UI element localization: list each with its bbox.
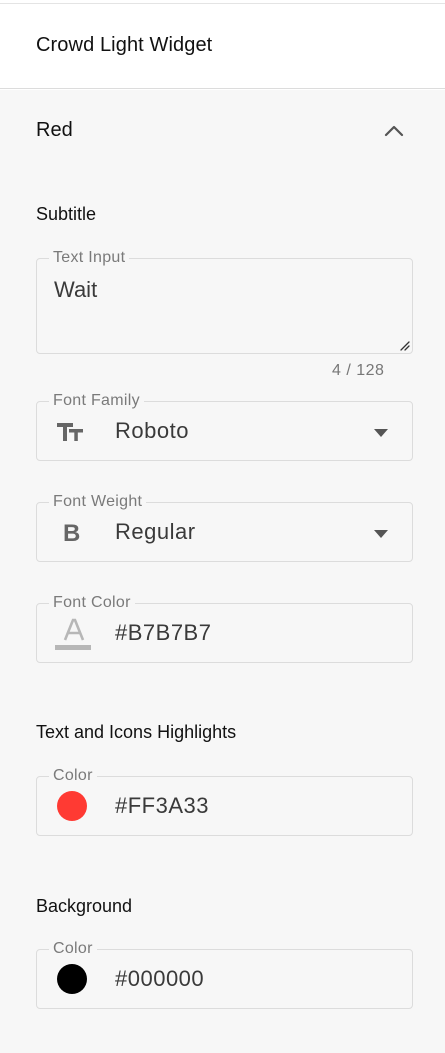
- text-input-value[interactable]: Wait: [54, 277, 97, 303]
- font-family-value: Roboto: [115, 418, 189, 443]
- section-red-toggle[interactable]: Red: [0, 90, 445, 174]
- highlight-color-field[interactable]: Color #FF3A33: [36, 766, 413, 836]
- text-input-field[interactable]: Text Input Wait: [36, 248, 413, 354]
- chevron-up-icon[interactable]: [382, 123, 406, 139]
- background-color-swatch[interactable]: [57, 964, 87, 994]
- resize-handle-icon[interactable]: [398, 339, 410, 351]
- background-heading: Background: [36, 896, 133, 916]
- font-color-label: Font Color: [49, 593, 135, 613]
- character-counter: 4 / 128: [332, 362, 385, 379]
- dropdown-arrow-icon: [374, 429, 388, 437]
- font-color-field[interactable]: Font Color #B7B7B7: [36, 593, 413, 663]
- background-color-value[interactable]: #000000: [115, 966, 204, 992]
- highlights-heading: Text and Icons Highlights: [36, 722, 237, 742]
- font-weight-select[interactable]: Font Weight B Regular: [36, 492, 413, 562]
- text-type-icon: [57, 423, 83, 441]
- font-family-select[interactable]: Font Family Roboto: [36, 391, 413, 461]
- svg-text:B: B: [63, 520, 80, 544]
- panel-header: Crowd Light Widget: [0, 4, 445, 89]
- highlight-color-value[interactable]: #FF3A33: [115, 793, 209, 819]
- font-weight-label: Font Weight: [49, 492, 147, 512]
- font-color-icon: [55, 618, 91, 650]
- highlight-color-label: Color: [49, 766, 97, 786]
- bold-icon: B: [63, 520, 80, 544]
- font-color-value[interactable]: #B7B7B7: [115, 620, 211, 646]
- background-color-label: Color: [49, 939, 97, 959]
- font-family-label: Font Family: [49, 391, 144, 411]
- background-color-field[interactable]: Color #000000: [36, 939, 413, 1009]
- font-weight-value: Regular: [115, 519, 196, 544]
- panel-body: Red Subtitle Text Input Wait 4 / 128 Fon…: [0, 90, 445, 1053]
- section-title: Red: [36, 119, 73, 141]
- panel-title: Crowd Light Widget: [36, 34, 213, 56]
- widget-settings-panel: Crowd Light Widget Red Subtitle Text Inp…: [0, 0, 445, 1053]
- highlight-color-swatch[interactable]: [57, 791, 87, 821]
- subtitle-heading: Subtitle: [36, 204, 97, 224]
- dropdown-arrow-icon: [374, 530, 388, 538]
- text-input-label: Text Input: [49, 248, 130, 268]
